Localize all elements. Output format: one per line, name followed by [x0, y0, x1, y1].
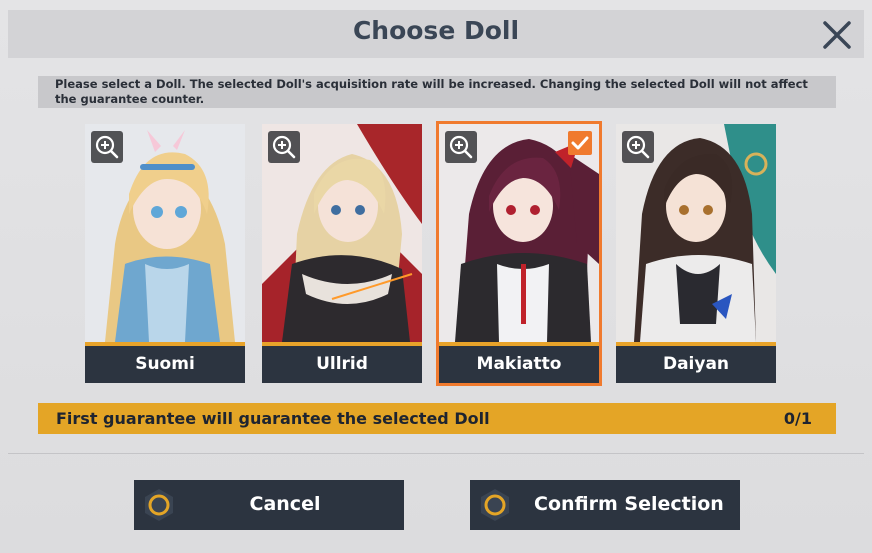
doll-name: Makiatto	[439, 346, 599, 383]
cancel-label: Cancel	[249, 493, 321, 515]
close-button[interactable]	[818, 16, 856, 54]
doll-name: Suomi	[85, 346, 245, 383]
doll-name: Ullrid	[262, 346, 422, 383]
doll-card-suomi[interactable]: Suomi	[85, 124, 245, 383]
cancel-button[interactable]: Cancel	[134, 480, 404, 530]
confirm-selection-button[interactable]: Confirm Selection	[470, 480, 740, 530]
guarantee-text: First guarantee will guarantee the selec…	[56, 409, 490, 428]
zoom-button[interactable]	[445, 131, 477, 163]
doll-card-daiyan[interactable]: Daiyan	[616, 124, 776, 383]
hexagon-ring-icon	[481, 489, 509, 521]
guarantee-counter: 0/1	[783, 409, 812, 428]
selection-notice: Please select a Doll. The selected Doll'…	[38, 76, 836, 108]
divider	[8, 453, 864, 454]
doll-card-ullrid[interactable]: Ullrid	[262, 124, 422, 383]
choose-doll-dialog: Choose Doll Please select a Doll. The se…	[0, 0, 872, 553]
zoom-in-icon	[626, 135, 650, 159]
zoom-in-icon	[272, 135, 296, 159]
close-icon	[823, 21, 851, 49]
zoom-in-icon	[95, 135, 119, 159]
doll-card-makiatto[interactable]: Makiatto	[436, 121, 602, 386]
guarantee-banner: First guarantee will guarantee the selec…	[38, 403, 836, 434]
confirm-label: Confirm Selection	[534, 493, 724, 515]
zoom-button[interactable]	[91, 131, 123, 163]
selected-checkbox[interactable]	[568, 131, 592, 155]
dialog-title: Choose Doll	[352, 16, 520, 45]
checkmark-icon	[571, 136, 589, 150]
zoom-button[interactable]	[268, 131, 300, 163]
zoom-button[interactable]	[622, 131, 654, 163]
zoom-in-icon	[449, 135, 473, 159]
doll-name: Daiyan	[616, 346, 776, 383]
